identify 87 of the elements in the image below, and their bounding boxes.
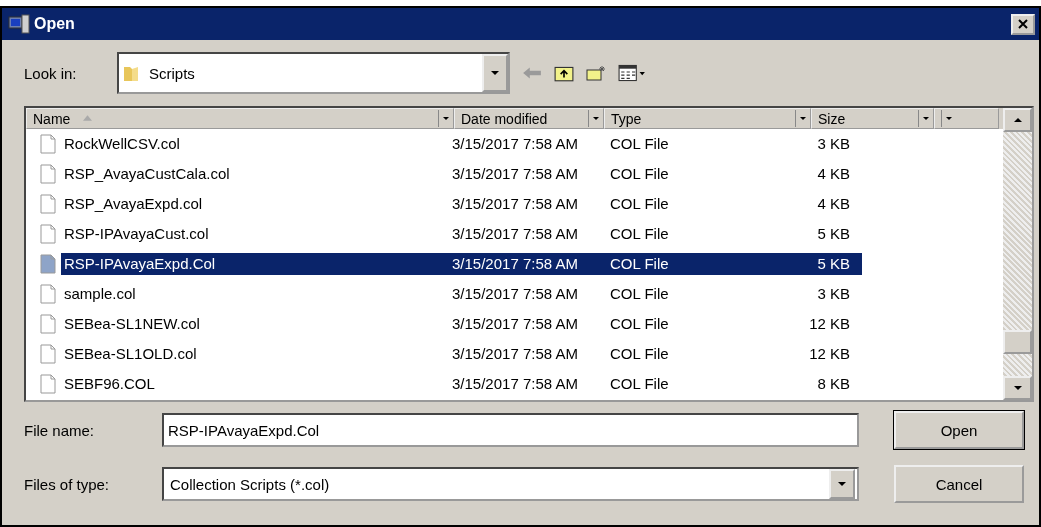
caret-icon bbox=[838, 482, 846, 486]
close-button[interactable] bbox=[1011, 13, 1035, 35]
file-name: RSP_AvayaExpd.col bbox=[63, 194, 204, 214]
computer-icon bbox=[8, 14, 30, 34]
type-cell: COL File bbox=[610, 253, 780, 275]
caret-icon bbox=[923, 117, 929, 120]
date-cell: 3/15/2017 7:58 AM bbox=[452, 253, 610, 275]
file-row[interactable]: RSP-IPAvayaExpd.Col 3/15/2017 7:58 AM COL File 5 KB bbox=[26, 249, 1003, 279]
size-cell-text: 3 KB bbox=[816, 134, 851, 154]
size-cell-text: 4 KB bbox=[816, 194, 851, 214]
size-cell: 5 KB bbox=[780, 253, 862, 275]
window-title: Open bbox=[34, 15, 76, 33]
scroll-down-button[interactable] bbox=[1003, 376, 1032, 400]
look-in-dropdown[interactable]: Scripts bbox=[117, 52, 510, 94]
caret-icon bbox=[491, 71, 499, 75]
new-folder-icon[interactable] bbox=[586, 64, 606, 82]
caret-icon bbox=[593, 117, 599, 120]
file-name: SEBea-SL1OLD.col bbox=[63, 344, 198, 364]
file-name: SEBea-SL1NEW.col bbox=[63, 314, 201, 334]
size-cell-text: 12 KB bbox=[808, 314, 851, 334]
size-cell-text: 4 KB bbox=[816, 164, 851, 184]
column-header[interactable]: Date modified bbox=[454, 108, 604, 129]
close-icon bbox=[1018, 19, 1028, 29]
date-cell-text: 3/15/2017 7:58 AM bbox=[452, 284, 579, 304]
look-in-label: Look in: bbox=[24, 64, 78, 82]
caret-icon bbox=[800, 117, 806, 120]
file-name: RockWellCSV.col bbox=[63, 134, 181, 154]
file-row[interactable]: RSP_AvayaExpd.col 3/15/2017 7:58 AM COL File 4 KB bbox=[26, 189, 1003, 219]
column-header[interactable]: Name bbox=[26, 108, 454, 129]
file-row[interactable]: RSP-IPAvayaCust.col 3/15/2017 7:58 AM COL File 5 KB bbox=[26, 219, 1003, 249]
file-name: RSP-IPAvayaCust.col bbox=[63, 224, 210, 244]
scroll-up-icon bbox=[1013, 118, 1022, 122]
up-folder-icon[interactable] bbox=[554, 64, 574, 82]
file-name: sample.col bbox=[63, 284, 137, 304]
size-cell-text: 3 KB bbox=[816, 284, 851, 304]
file-icon bbox=[40, 344, 56, 364]
date-cell-text: 3/15/2017 7:58 AM bbox=[452, 344, 579, 364]
size-cell-text: 5 KB bbox=[816, 224, 851, 244]
open-button[interactable]: Open bbox=[894, 411, 1024, 449]
file-row[interactable]: SEBea-SL1OLD.col 3/15/2017 7:58 AM COL File 12 KB bbox=[26, 339, 1003, 369]
file-icon bbox=[40, 164, 56, 184]
file-name: RSP_AvayaCustCala.col bbox=[63, 164, 231, 184]
file-icon bbox=[40, 134, 56, 154]
type-cell-text: COL File bbox=[610, 164, 670, 184]
file-name-field[interactable]: RSP-IPAvayaExpd.Col bbox=[162, 413, 859, 447]
file-row[interactable]: SEBF96.COL 3/15/2017 7:58 AM COL File 8 KB bbox=[26, 369, 1003, 399]
file-type-label: Files of type: bbox=[24, 475, 111, 493]
column-header[interactable]: Type bbox=[604, 108, 811, 129]
folder-icon bbox=[123, 64, 139, 82]
date-cell-text: 3/15/2017 7:58 AM bbox=[452, 374, 579, 394]
type-cell-text: COL File bbox=[610, 194, 670, 214]
type-cell-text: COL File bbox=[610, 344, 670, 364]
file-name: SEBF96.COL bbox=[63, 374, 156, 394]
type-cell-text: COL File bbox=[610, 314, 670, 334]
type-cell-text: COL File bbox=[610, 284, 670, 304]
file-row[interactable]: SEBea-SL1NEW.col 3/15/2017 7:58 AM COL File 12 KB bbox=[26, 309, 1003, 339]
file-row[interactable]: RockWellCSV.col 3/15/2017 7:58 AM COL File 3 KB bbox=[26, 129, 1003, 159]
file-icon bbox=[40, 194, 56, 214]
scroll-down-icon bbox=[1013, 386, 1022, 390]
date-cell-text: 3/15/2017 7:58 AM bbox=[452, 224, 579, 244]
type-cell-text: COL File bbox=[610, 374, 670, 394]
scroll-up-button[interactable] bbox=[1003, 108, 1032, 132]
file-name-label: File name: bbox=[24, 421, 96, 439]
view-menu-icon[interactable] bbox=[618, 64, 646, 82]
date-cell-text: 3/15/2017 7:58 AM bbox=[452, 314, 579, 334]
file-icon bbox=[40, 254, 56, 274]
column-header[interactable]: Size bbox=[811, 108, 934, 129]
file-name: RSP-IPAvayaExpd.Col bbox=[61, 253, 452, 275]
cancel-button[interactable]: Cancel bbox=[894, 465, 1024, 503]
file-icon bbox=[40, 314, 56, 334]
size-cell-text: 8 KB bbox=[816, 374, 851, 394]
file-row[interactable]: sample.col 3/15/2017 7:58 AM COL File 3 KB bbox=[26, 279, 1003, 309]
file-icon bbox=[40, 374, 56, 394]
scroll-thumb[interactable] bbox=[1003, 330, 1032, 354]
date-cell-text: 3/15/2017 7:58 AM bbox=[452, 194, 579, 214]
type-cell-text: COL File bbox=[610, 134, 670, 154]
file-row[interactable]: RSP_AvayaCustCala.col 3/15/2017 7:58 AM COL File 4 KB bbox=[26, 159, 1003, 189]
file-icon bbox=[40, 224, 56, 244]
type-cell-text: COL File bbox=[610, 224, 670, 244]
caret-icon bbox=[443, 117, 449, 120]
date-cell-text: 3/15/2017 7:58 AM bbox=[452, 134, 579, 154]
file-icon bbox=[40, 284, 56, 304]
vertical-scrollbar[interactable] bbox=[1003, 108, 1032, 400]
size-cell-text: 12 KB bbox=[808, 344, 851, 364]
date-cell-text: 3/15/2017 7:58 AM bbox=[452, 164, 579, 184]
caret-icon bbox=[946, 117, 952, 120]
file-type-dropdown[interactable]: Collection Scripts (*.col) bbox=[162, 467, 859, 501]
